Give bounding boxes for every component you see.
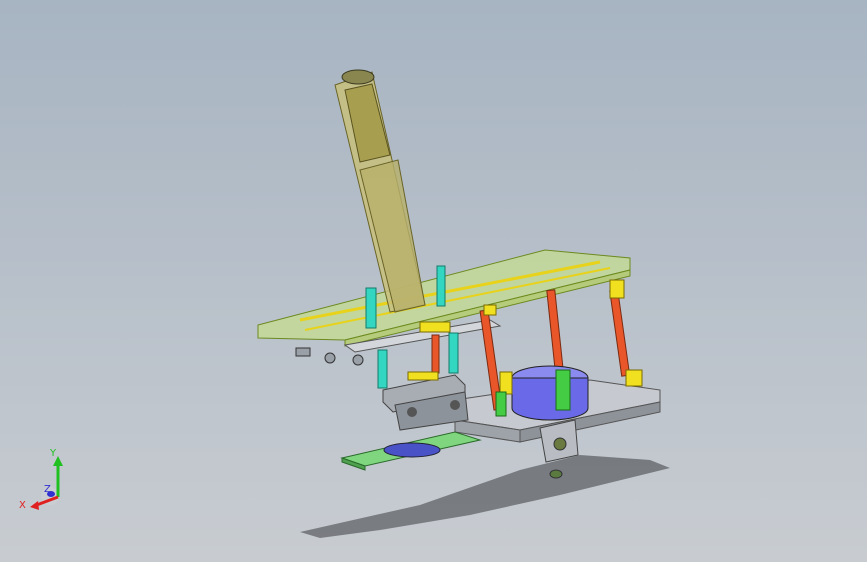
x-axis-arrowhead: [30, 501, 39, 510]
model-scene[interactable]: Y X Z: [0, 0, 867, 562]
gripper-assembly[interactable]: [382, 371, 469, 431]
y-axis-label: Y: [49, 448, 57, 459]
cad-viewport[interactable]: Y X Z: [0, 0, 867, 562]
x-axis-label: X: [19, 500, 26, 511]
model-shadow: [300, 455, 670, 538]
axis-triad[interactable]: Y X Z: [19, 448, 63, 511]
linear-actuator[interactable]: [334, 69, 426, 313]
green-flange-plate[interactable]: [340, 431, 482, 471]
z-axis-label: Z: [44, 484, 51, 495]
